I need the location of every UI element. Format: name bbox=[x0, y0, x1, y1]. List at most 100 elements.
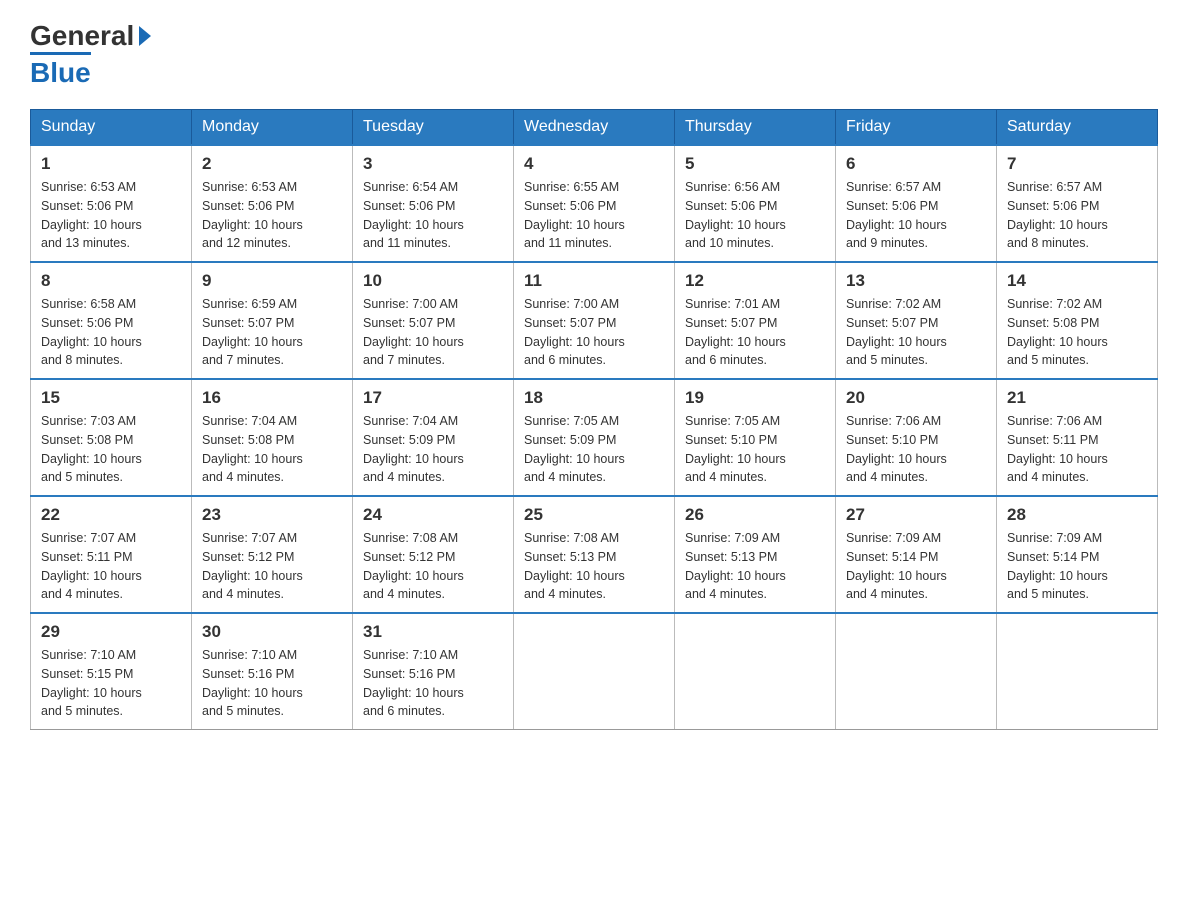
day-number: 8 bbox=[41, 271, 181, 291]
calendar-cell: 31 Sunrise: 7:10 AMSunset: 5:16 PMDayligh… bbox=[353, 613, 514, 730]
calendar-cell: 19 Sunrise: 7:05 AMSunset: 5:10 PMDayligh… bbox=[675, 379, 836, 496]
day-number: 6 bbox=[846, 154, 986, 174]
day-number: 1 bbox=[41, 154, 181, 174]
day-number: 29 bbox=[41, 622, 181, 642]
day-number: 21 bbox=[1007, 388, 1147, 408]
calendar-cell bbox=[675, 613, 836, 730]
calendar-cell: 9Sunrise: 6:59 AMSunset: 5:07 PMDaylight… bbox=[192, 262, 353, 379]
calendar-cell: 10Sunrise: 7:00 AMSunset: 5:07 PMDayligh… bbox=[353, 262, 514, 379]
calendar-cell: 17 Sunrise: 7:04 AMSunset: 5:09 PMDayligh… bbox=[353, 379, 514, 496]
day-info: Sunrise: 7:07 AMSunset: 5:11 PMDaylight:… bbox=[41, 529, 181, 604]
calendar-cell: 4 Sunrise: 6:55 AMSunset: 5:06 PMDaylight… bbox=[514, 145, 675, 262]
day-number: 25 bbox=[524, 505, 664, 525]
day-number: 26 bbox=[685, 505, 825, 525]
calendar-cell: 24 Sunrise: 7:08 AMSunset: 5:12 PMDayligh… bbox=[353, 496, 514, 613]
day-info: Sunrise: 7:09 AMSunset: 5:14 PMDaylight:… bbox=[846, 529, 986, 604]
calendar-cell: 13 Sunrise: 7:02 AMSunset: 5:07 PMDayligh… bbox=[836, 262, 997, 379]
day-number: 12 bbox=[685, 271, 825, 291]
logo-general: General bbox=[30, 20, 134, 52]
day-of-week-header: Sunday bbox=[31, 110, 192, 146]
day-info: Sunrise: 7:04 AMSunset: 5:09 PMDaylight:… bbox=[363, 412, 503, 487]
calendar-cell: 18 Sunrise: 7:05 AMSunset: 5:09 PMDayligh… bbox=[514, 379, 675, 496]
calendar-header-row: SundayMondayTuesdayWednesdayThursdayFrid… bbox=[31, 110, 1158, 146]
day-number: 7 bbox=[1007, 154, 1147, 174]
day-info: Sunrise: 6:58 AMSunset: 5:06 PMDaylight:… bbox=[41, 295, 181, 370]
calendar-cell bbox=[836, 613, 997, 730]
logo: General Blue bbox=[30, 20, 151, 89]
calendar-cell: 7 Sunrise: 6:57 AMSunset: 5:06 PMDaylight… bbox=[997, 145, 1158, 262]
calendar-cell: 16 Sunrise: 7:04 AMSunset: 5:08 PMDayligh… bbox=[192, 379, 353, 496]
calendar-week-row: 29Sunrise: 7:10 AMSunset: 5:15 PMDayligh… bbox=[31, 613, 1158, 730]
day-info: Sunrise: 6:53 AMSunset: 5:06 PMDaylight:… bbox=[41, 178, 181, 253]
day-info: Sunrise: 7:09 AMSunset: 5:13 PMDaylight:… bbox=[685, 529, 825, 604]
day-info: Sunrise: 7:00 AMSunset: 5:07 PMDaylight:… bbox=[363, 295, 503, 370]
logo-blue-text: Blue bbox=[30, 52, 91, 89]
calendar-cell: 2Sunrise: 6:53 AMSunset: 5:06 PMDaylight… bbox=[192, 145, 353, 262]
calendar-cell: 23Sunrise: 7:07 AMSunset: 5:12 PMDayligh… bbox=[192, 496, 353, 613]
calendar-table: SundayMondayTuesdayWednesdayThursdayFrid… bbox=[30, 109, 1158, 730]
day-number: 4 bbox=[524, 154, 664, 174]
day-info: Sunrise: 7:02 AMSunset: 5:07 PMDaylight:… bbox=[846, 295, 986, 370]
day-number: 5 bbox=[685, 154, 825, 174]
day-number: 16 bbox=[202, 388, 342, 408]
day-info: Sunrise: 6:55 AMSunset: 5:06 PMDaylight:… bbox=[524, 178, 664, 253]
day-info: Sunrise: 7:08 AMSunset: 5:13 PMDaylight:… bbox=[524, 529, 664, 604]
day-number: 13 bbox=[846, 271, 986, 291]
day-number: 14 bbox=[1007, 271, 1147, 291]
calendar-cell: 5Sunrise: 6:56 AMSunset: 5:06 PMDaylight… bbox=[675, 145, 836, 262]
day-of-week-header: Wednesday bbox=[514, 110, 675, 146]
day-info: Sunrise: 6:54 AMSunset: 5:06 PMDaylight:… bbox=[363, 178, 503, 253]
day-info: Sunrise: 7:09 AMSunset: 5:14 PMDaylight:… bbox=[1007, 529, 1147, 604]
calendar-cell: 20Sunrise: 7:06 AMSunset: 5:10 PMDayligh… bbox=[836, 379, 997, 496]
calendar-cell: 15Sunrise: 7:03 AMSunset: 5:08 PMDayligh… bbox=[31, 379, 192, 496]
day-number: 23 bbox=[202, 505, 342, 525]
day-number: 9 bbox=[202, 271, 342, 291]
day-info: Sunrise: 7:08 AMSunset: 5:12 PMDaylight:… bbox=[363, 529, 503, 604]
logo-text: General bbox=[30, 20, 151, 52]
day-info: Sunrise: 7:01 AMSunset: 5:07 PMDaylight:… bbox=[685, 295, 825, 370]
day-info: Sunrise: 7:00 AMSunset: 5:07 PMDaylight:… bbox=[524, 295, 664, 370]
calendar-cell: 3 Sunrise: 6:54 AMSunset: 5:06 PMDaylight… bbox=[353, 145, 514, 262]
calendar-week-row: 1 Sunrise: 6:53 AMSunset: 5:06 PMDaylight… bbox=[31, 145, 1158, 262]
day-info: Sunrise: 6:57 AMSunset: 5:06 PMDaylight:… bbox=[1007, 178, 1147, 253]
calendar-cell: 25 Sunrise: 7:08 AMSunset: 5:13 PMDayligh… bbox=[514, 496, 675, 613]
calendar-cell bbox=[514, 613, 675, 730]
calendar-cell: 11 Sunrise: 7:00 AMSunset: 5:07 PMDayligh… bbox=[514, 262, 675, 379]
calendar-week-row: 22 Sunrise: 7:07 AMSunset: 5:11 PMDayligh… bbox=[31, 496, 1158, 613]
day-number: 19 bbox=[685, 388, 825, 408]
calendar-week-row: 8 Sunrise: 6:58 AMSunset: 5:06 PMDaylight… bbox=[31, 262, 1158, 379]
calendar-cell: 30 Sunrise: 7:10 AMSunset: 5:16 PMDayligh… bbox=[192, 613, 353, 730]
day-number: 24 bbox=[363, 505, 503, 525]
day-number: 3 bbox=[363, 154, 503, 174]
day-of-week-header: Monday bbox=[192, 110, 353, 146]
day-number: 30 bbox=[202, 622, 342, 642]
day-info: Sunrise: 7:06 AMSunset: 5:10 PMDaylight:… bbox=[846, 412, 986, 487]
page-header: General Blue bbox=[30, 20, 1158, 89]
day-number: 17 bbox=[363, 388, 503, 408]
day-info: Sunrise: 7:10 AMSunset: 5:16 PMDaylight:… bbox=[363, 646, 503, 721]
calendar-cell: 28 Sunrise: 7:09 AMSunset: 5:14 PMDayligh… bbox=[997, 496, 1158, 613]
logo-triangle-icon bbox=[139, 26, 151, 46]
day-info: Sunrise: 7:04 AMSunset: 5:08 PMDaylight:… bbox=[202, 412, 342, 487]
day-number: 22 bbox=[41, 505, 181, 525]
day-number: 11 bbox=[524, 271, 664, 291]
day-of-week-header: Friday bbox=[836, 110, 997, 146]
day-info: Sunrise: 7:02 AMSunset: 5:08 PMDaylight:… bbox=[1007, 295, 1147, 370]
calendar-cell: 27Sunrise: 7:09 AMSunset: 5:14 PMDayligh… bbox=[836, 496, 997, 613]
day-info: Sunrise: 7:03 AMSunset: 5:08 PMDaylight:… bbox=[41, 412, 181, 487]
day-number: 28 bbox=[1007, 505, 1147, 525]
day-number: 31 bbox=[363, 622, 503, 642]
day-info: Sunrise: 7:05 AMSunset: 5:09 PMDaylight:… bbox=[524, 412, 664, 487]
calendar-cell: 6Sunrise: 6:57 AMSunset: 5:06 PMDaylight… bbox=[836, 145, 997, 262]
calendar-cell: 8 Sunrise: 6:58 AMSunset: 5:06 PMDaylight… bbox=[31, 262, 192, 379]
day-of-week-header: Tuesday bbox=[353, 110, 514, 146]
calendar-cell: 26 Sunrise: 7:09 AMSunset: 5:13 PMDayligh… bbox=[675, 496, 836, 613]
calendar-cell: 12 Sunrise: 7:01 AMSunset: 5:07 PMDayligh… bbox=[675, 262, 836, 379]
day-info: Sunrise: 6:53 AMSunset: 5:06 PMDaylight:… bbox=[202, 178, 342, 253]
day-of-week-header: Thursday bbox=[675, 110, 836, 146]
day-info: Sunrise: 7:10 AMSunset: 5:16 PMDaylight:… bbox=[202, 646, 342, 721]
day-number: 18 bbox=[524, 388, 664, 408]
calendar-cell: 1 Sunrise: 6:53 AMSunset: 5:06 PMDaylight… bbox=[31, 145, 192, 262]
calendar-week-row: 15Sunrise: 7:03 AMSunset: 5:08 PMDayligh… bbox=[31, 379, 1158, 496]
day-info: Sunrise: 7:05 AMSunset: 5:10 PMDaylight:… bbox=[685, 412, 825, 487]
